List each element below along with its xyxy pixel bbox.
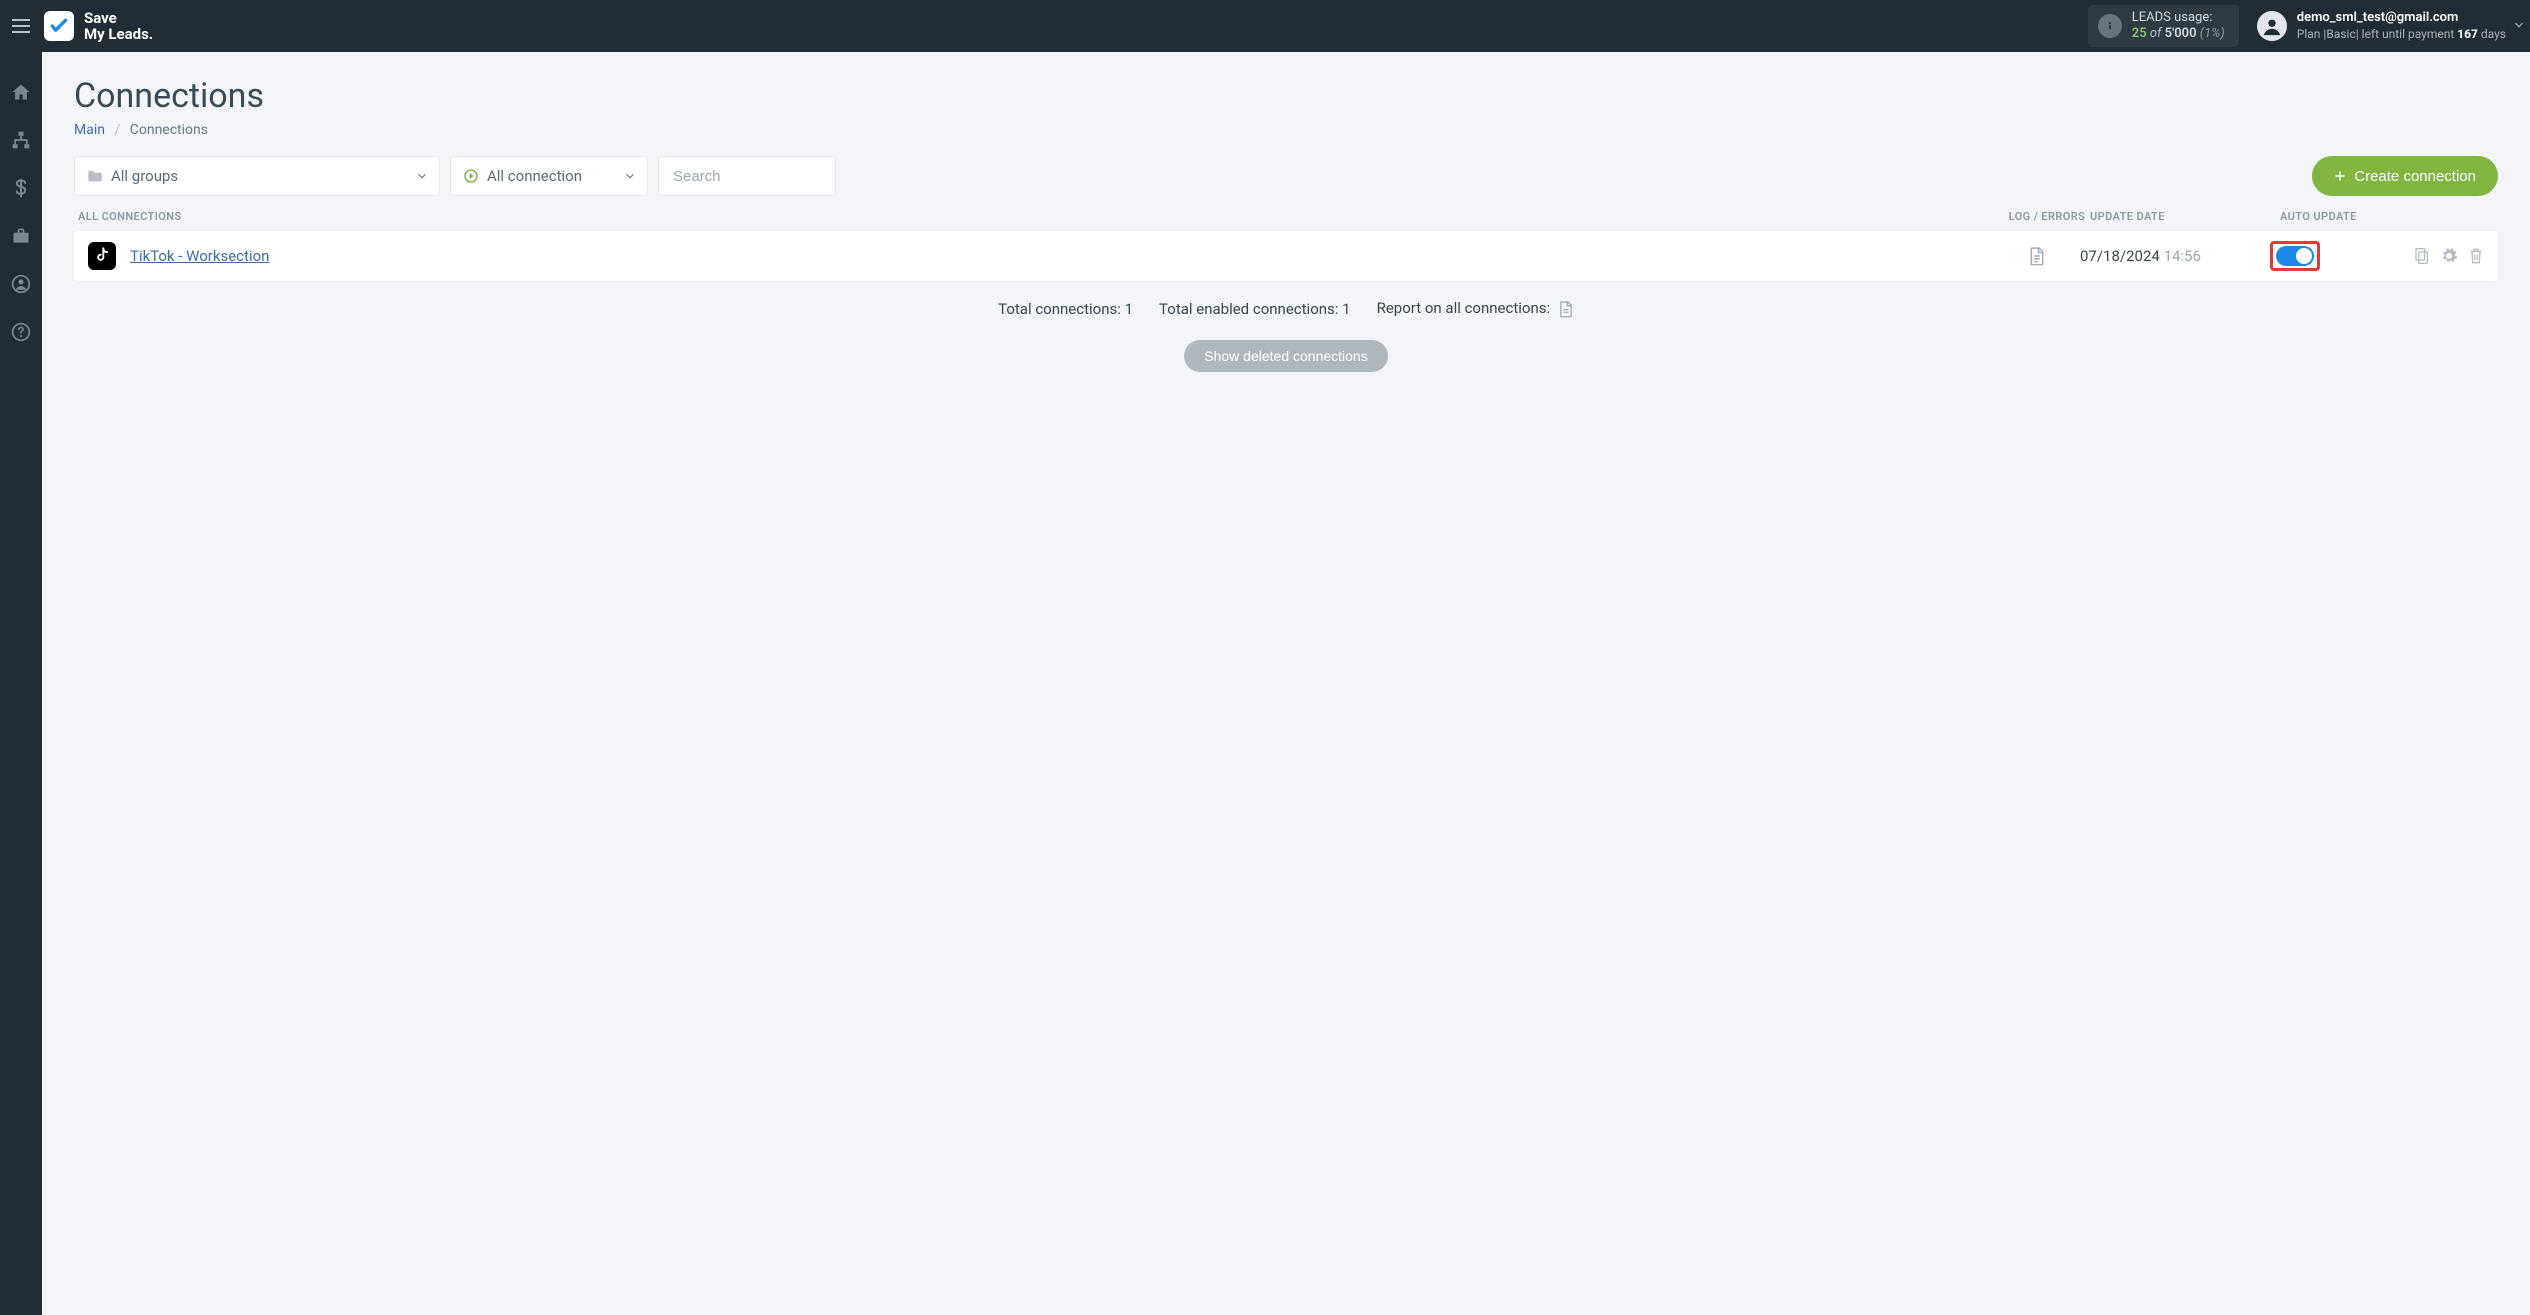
usage-used: 25 [2132,26,2147,41]
user-email: demo_sml_test@gmail.com [2297,10,2506,27]
user-plan-line: Plan |Basic| left until payment 167 days [2297,27,2506,43]
help-icon [11,322,31,342]
update-time: 14:56 [2164,247,2201,265]
column-header-name: ALL CONNECTIONS [78,210,2004,223]
user-icon [2261,15,2283,37]
sidebar-item-help[interactable] [9,320,33,344]
gear-icon [2440,247,2458,265]
plan-mid: | left until payment [2356,27,2455,41]
document-icon [2028,246,2046,266]
table-header-row: ALL CONNECTIONS LOG / ERRORS UPDATE DATE… [74,210,2498,223]
usage-percent: (1%) [2200,26,2225,41]
table-row: TikTok - Worksection 07/18/2024 14:56 [74,231,2498,281]
breadcrumb: Main / Connections [74,122,2498,138]
auto-update-toggle[interactable] [2276,246,2314,266]
page-title: Connections [74,76,2498,116]
sidebar-item-connections[interactable] [9,128,33,152]
show-deleted-button[interactable]: Show deleted connections [1184,340,1387,372]
create-connection-button[interactable]: Create connection [2312,156,2498,196]
sidebar-item-billing[interactable] [9,176,33,200]
usage-label: LEADS usage: [2132,10,2225,26]
update-date-cell: 07/18/2024 14:56 [2080,247,2270,265]
usage-total: 5'000 [2165,26,2197,41]
document-icon [1558,300,1574,318]
logo-badge [44,11,74,41]
tiktok-icon [94,247,110,265]
sidebar-item-home[interactable] [9,80,33,104]
plan-name: Basic [2326,27,2355,41]
home-icon [11,82,31,102]
app-logo[interactable]: Save My Leads. [44,10,153,43]
settings-button[interactable] [2440,247,2458,265]
plan-days-unit: days [2481,27,2506,41]
breadcrumb-separator: / [114,122,120,138]
sitemap-icon [11,130,31,150]
report-all: Report on all connections: [1377,299,1574,318]
copy-icon [2414,247,2430,265]
sidebar-item-tools[interactable] [9,224,33,248]
connection-filter-label: All connection [487,167,582,185]
toggle-knob [2296,248,2312,264]
dollar-icon [11,178,31,198]
delete-button[interactable] [2468,247,2484,265]
logo-text-line1: Save [84,10,153,27]
menu-icon [12,19,30,33]
connection-name-link[interactable]: TikTok - Worksection [130,247,1994,265]
logo-text-line2: My Leads. [84,26,153,43]
copy-button[interactable] [2414,247,2430,265]
chevron-down-icon [623,169,637,183]
breadcrumb-main[interactable]: Main [74,122,105,138]
filter-toolbar: All groups All connection Create connect… [74,156,2498,196]
briefcase-icon [11,226,31,246]
usage-values: 25 of 5'000 (1%) [2132,26,2225,42]
breadcrumb-current: Connections [130,122,208,138]
main-content: Connections Main / Connections All group… [42,52,2530,1315]
highlighted-toggle [2270,241,2320,271]
plan-days: 167 [2457,27,2478,41]
plus-icon [2334,170,2346,182]
create-connection-label: Create connection [2354,168,2476,185]
avatar [2257,11,2287,41]
report-document-button[interactable] [1558,300,1574,318]
usage-of-text: of [2150,26,2162,41]
folder-icon [87,169,103,183]
sidebar-item-account[interactable] [9,272,33,296]
sidebar [0,52,42,1315]
total-connections: Total connections: 1 [998,300,1133,318]
search-input[interactable] [658,156,836,196]
column-header-date: UPDATE DATE [2090,210,2280,223]
stats-line: Total connections: 1 Total enabled conne… [74,299,2498,318]
source-app-icon [88,242,116,270]
app-header: Save My Leads. LEADS usage: 25 of 5'000 … [0,0,2530,52]
connection-filter-select[interactable]: All connection [450,156,648,196]
leads-usage-box: LEADS usage: 25 of 5'000 (1%) [2088,5,2239,48]
groups-select-label: All groups [111,167,178,185]
enabled-connections: Total enabled connections: 1 [1159,300,1351,318]
update-date: 07/18/2024 [2080,247,2160,265]
logo-text: Save My Leads. [84,10,153,43]
hamburger-menu-button[interactable] [0,19,42,33]
column-header-log: LOG / ERRORS [2004,210,2090,223]
chevron-down-icon[interactable] [2512,18,2526,32]
chevron-down-icon [415,169,429,183]
user-menu[interactable]: demo_sml_test@gmail.com Plan |Basic| lef… [2257,10,2506,42]
column-header-auto: AUTO UPDATE [2280,210,2414,223]
groups-select[interactable]: All groups [74,156,440,196]
auto-update-cell [2270,241,2404,271]
show-deleted-wrap: Show deleted connections [74,340,2498,372]
check-icon [49,16,69,36]
user-circle-icon [11,274,31,294]
plan-prefix: Plan | [2297,27,2327,41]
play-circle-icon [463,168,479,184]
info-icon [2098,14,2122,38]
trash-icon [2468,247,2484,265]
log-button[interactable] [1994,246,2080,266]
